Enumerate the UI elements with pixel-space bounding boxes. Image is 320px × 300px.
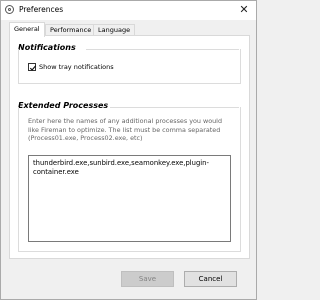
show-tray-checkbox[interactable] <box>28 63 37 71</box>
save-button[interactable]: Save <box>121 271 174 287</box>
close-button[interactable]: ✕ <box>236 2 252 18</box>
title-bar[interactable]: Preferences ✕ <box>1 1 256 20</box>
window-title: Preferences <box>19 5 64 14</box>
checkmark-icon <box>29 65 37 71</box>
settings-gear-icon <box>5 5 14 14</box>
cancel-button[interactable]: Cancel <box>184 271 237 287</box>
extended-processes-description: Enter here the names of any additional p… <box>28 117 223 143</box>
tab-general[interactable]: General <box>9 22 45 37</box>
show-tray-label[interactable]: Show tray notifications <box>39 63 114 71</box>
general-tab-panel: Notifications Show tray notifications Ex… <box>9 35 250 259</box>
process-list-textarea[interactable]: thunderbird.exe,sunbird.exe,seamonkey.ex… <box>28 155 231 242</box>
preferences-window: Preferences ✕ General Performance Langua… <box>0 0 257 300</box>
